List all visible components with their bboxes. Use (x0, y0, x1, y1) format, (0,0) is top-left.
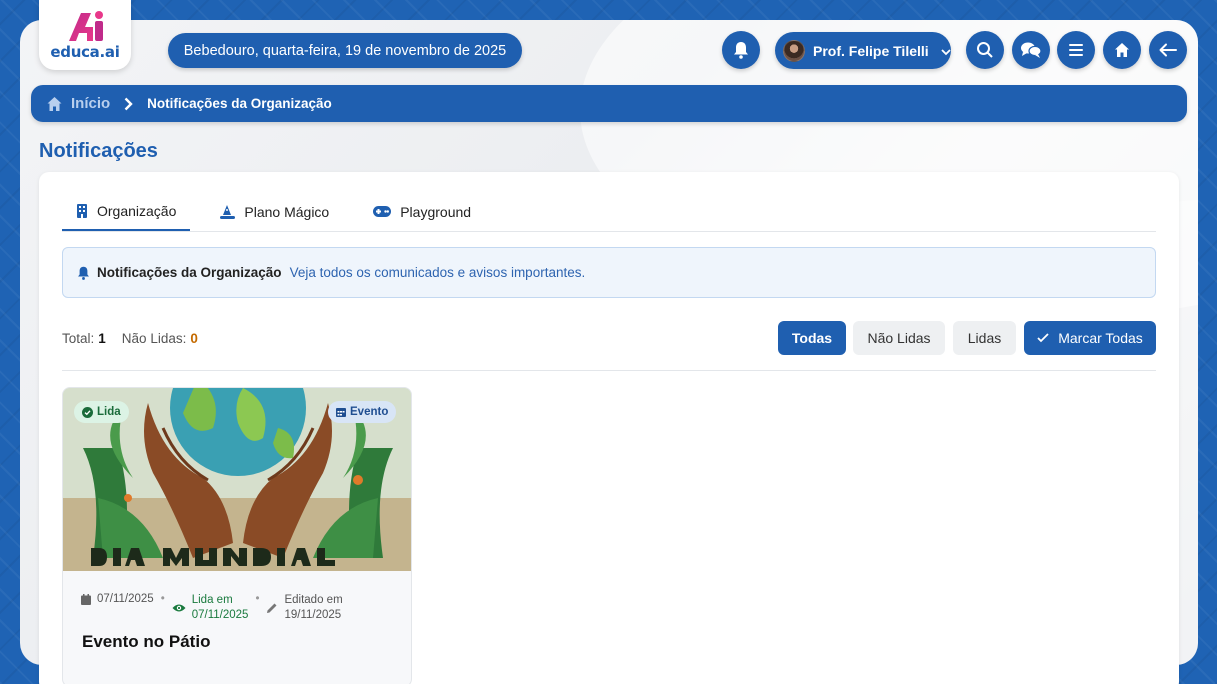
user-menu-button[interactable]: Prof. Felipe Tilelli (775, 32, 951, 69)
notification-image: Lida Evento (63, 388, 411, 571)
info-title: Notificações da Organização (97, 265, 282, 280)
tab-label: Organização (97, 202, 177, 219)
pencil-icon (267, 603, 277, 613)
read-status-badge: Lida (74, 401, 129, 423)
gamepad-icon (373, 206, 392, 217)
meta-read-at: Lida em 07/11/2025 (172, 593, 249, 623)
mark-all-read-button[interactable]: Marcar Todas (1024, 321, 1156, 355)
info-description: Veja todos os comunicados e avisos impor… (289, 265, 586, 280)
app-logo[interactable]: educa.ai (39, 0, 131, 70)
tab-bar: Organização Plano Mágico Playground (62, 192, 1156, 232)
separator-dot: • (160, 593, 165, 605)
logo-mark-icon (63, 9, 107, 43)
meta-edited-text: Editado em 19/11/2025 (284, 593, 342, 623)
meta-read-label: Lida em (191, 594, 233, 606)
tab-label: Playground (400, 203, 472, 220)
breadcrumb-home-link[interactable]: Início (46, 95, 110, 112)
back-button[interactable] (1149, 31, 1187, 69)
meta-date: 07/11/2025 (81, 593, 154, 605)
date-location-pill: Bebedouro, quarta-feira, 19 de novembro … (168, 33, 522, 68)
avatar (783, 39, 805, 62)
notifications-button[interactable] (722, 31, 760, 69)
filter-all-button[interactable]: Todas (778, 321, 846, 355)
tab-organizacao[interactable]: Organização (62, 192, 191, 231)
divider (62, 370, 1156, 371)
wizard-hat-icon (220, 204, 236, 219)
meta-edited-label: Editado em (284, 594, 343, 606)
mark-all-label: Marcar Todas (1058, 330, 1143, 346)
type-badge-label: Evento (350, 406, 389, 418)
search-button[interactable] (966, 31, 1004, 69)
hamburger-icon (1069, 44, 1083, 56)
meta-date-value: 07/11/2025 (97, 593, 154, 605)
breadcrumb: Início Notificações da Organização (31, 85, 1187, 122)
read-badge-label: Lida (97, 406, 121, 418)
info-banner: Notificações da Organização Veja todos o… (62, 247, 1156, 298)
arrow-left-icon (1159, 43, 1177, 57)
tab-playground[interactable]: Playground (359, 192, 485, 231)
meta-read-date: 07/11/2025 (191, 609, 249, 621)
calendar-icon (336, 408, 346, 417)
home-icon (1115, 43, 1129, 57)
unread-label: Não Lidas: (121, 331, 187, 346)
page-title: Notificações (39, 140, 158, 162)
calendar-icon (81, 593, 91, 605)
filter-read-button[interactable]: Lidas (953, 321, 1016, 355)
user-name: Prof. Felipe Tilelli (813, 42, 929, 59)
notification-meta: 07/11/2025 • Lida em 07/11/2025 • Editad… (81, 593, 343, 623)
breadcrumb-home-label: Início (71, 95, 111, 112)
tab-label: Plano Mágico (244, 203, 330, 220)
breadcrumb-current: Notificações da Organização (147, 96, 332, 111)
event-type-badge: Evento (328, 401, 397, 423)
notification-card[interactable]: Lida Evento 07/11/2025 • Lida em 07/11/2… (62, 387, 412, 684)
building-icon (77, 203, 87, 218)
notifications-card: Organização Plano Mágico Playground Noti… (39, 172, 1179, 684)
filter-unread-button[interactable]: Não Lidas (853, 321, 945, 355)
logo-text: educa.ai (50, 43, 120, 61)
chat-icon (1021, 42, 1042, 58)
bell-icon (78, 266, 89, 280)
chevron-right-icon (124, 97, 133, 111)
meta-read-text: Lida em 07/11/2025 (192, 593, 249, 623)
unread-count: 0 (190, 331, 198, 346)
notification-title: Evento no Pátio (82, 632, 211, 651)
total-count: 1 (98, 331, 106, 346)
chat-button[interactable] (1012, 31, 1050, 69)
menu-button[interactable] (1057, 31, 1095, 69)
check-circle-icon (82, 406, 93, 418)
notification-counts: Total: 1 Não Lidas: 0 (62, 331, 198, 346)
separator-dot: • (255, 593, 260, 605)
chevron-down-icon (941, 43, 951, 59)
search-icon (977, 42, 993, 58)
tab-plano-magico[interactable]: Plano Mágico (206, 192, 343, 231)
meta-edited-at: Editado em 19/11/2025 (266, 593, 343, 623)
meta-edited-date: 19/11/2025 (284, 609, 342, 621)
bell-icon (734, 42, 748, 59)
home-button[interactable] (1103, 31, 1141, 69)
eye-icon (172, 604, 186, 612)
home-icon (47, 96, 62, 111)
double-check-icon (1037, 333, 1049, 343)
total-label: Total: (62, 331, 95, 346)
